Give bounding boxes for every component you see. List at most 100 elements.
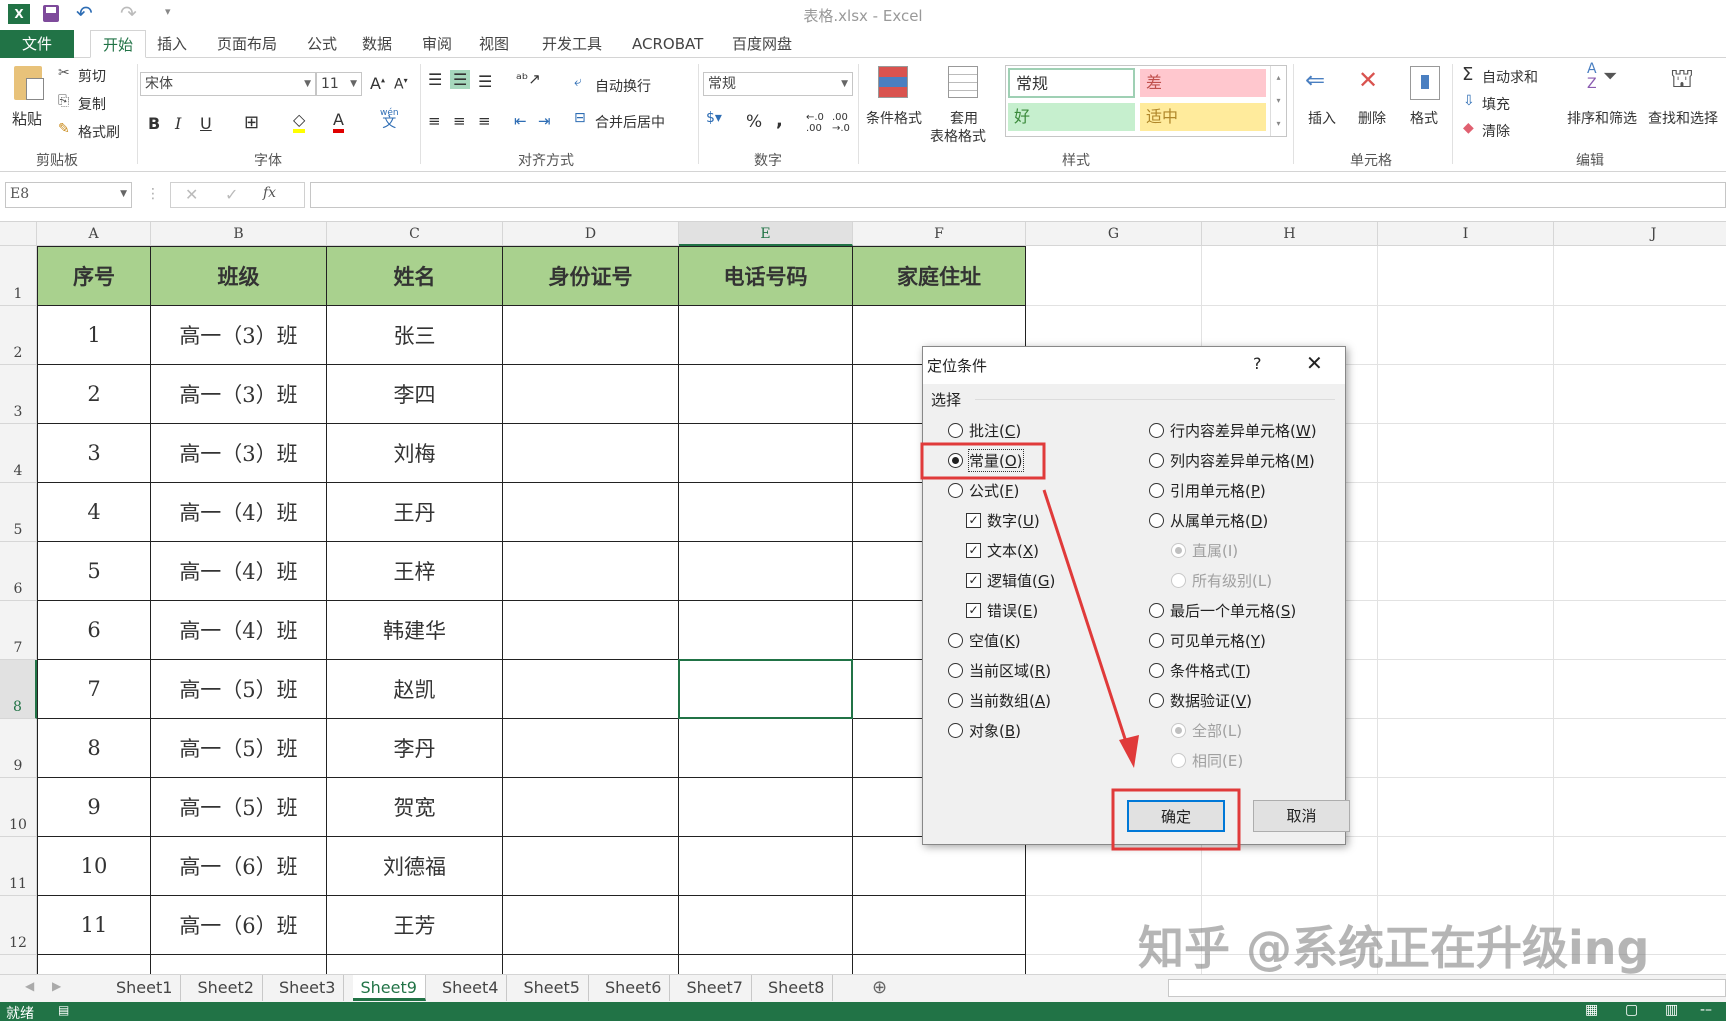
sheet-tab-sheet3[interactable]: Sheet3 <box>271 975 345 1001</box>
table-cell[interactable] <box>37 955 151 974</box>
empty-cell[interactable] <box>1554 365 1726 424</box>
row-header-13[interactable]: 13 <box>0 955 37 974</box>
option-dialog-right-1[interactable]: 列内容差异单元格(M) <box>1149 450 1315 471</box>
clear-icon[interactable]: ◆ <box>1463 120 1474 136</box>
select-all-corner[interactable] <box>0 222 37 246</box>
radio-icon[interactable] <box>1149 663 1164 678</box>
table-cell[interactable] <box>327 955 503 974</box>
radio-icon[interactable] <box>948 483 963 498</box>
zoom-slider[interactable]: -– <box>1700 1002 1712 1018</box>
table-cell[interactable]: 9 <box>37 778 151 837</box>
gallery-scrollbar[interactable]: ▴ ▾ ▾ <box>1270 66 1286 136</box>
table-header-cell[interactable]: 家庭住址 <box>853 246 1026 306</box>
sheet-tab-sheet4[interactable]: Sheet4 <box>434 975 508 1001</box>
table-cell[interactable]: 刘德福 <box>327 837 503 896</box>
radio-icon[interactable] <box>948 453 963 468</box>
delete-cells-icon[interactable]: ✕ <box>1358 66 1378 94</box>
sheet-tab-sheet8[interactable]: Sheet8 <box>760 975 834 1001</box>
option-dialog-left-7[interactable]: 空值(K) <box>948 630 1021 651</box>
row-header-12[interactable]: 12 <box>0 896 37 955</box>
empty-cell[interactable] <box>1554 483 1726 542</box>
checkbox-icon[interactable]: ✓ <box>966 513 981 528</box>
table-cell[interactable]: 王芳 <box>327 896 503 955</box>
sort-filter-icon[interactable]: AZ <box>1587 62 1597 92</box>
option-dialog-left-0[interactable]: 批注(C) <box>948 420 1021 441</box>
fill-icon[interactable]: ⇩ <box>1463 93 1475 109</box>
sheet-tab-sheet7[interactable]: Sheet7 <box>679 975 752 1001</box>
scroll-sheets-right-icon[interactable]: ▶ <box>52 979 61 993</box>
wrap-text-button[interactable]: 自动换行 <box>595 76 651 96</box>
row-header-9[interactable]: 9 <box>0 719 37 778</box>
table-header-cell[interactable]: 电话号码 <box>679 246 853 306</box>
radio-icon[interactable] <box>1149 603 1164 618</box>
tab-10[interactable]: 百度网盘 <box>732 30 792 58</box>
new-sheet-icon[interactable]: ⊕ <box>872 977 887 998</box>
empty-cell[interactable] <box>1026 837 1202 896</box>
table-cell[interactable]: 高一（6）班 <box>151 896 327 955</box>
enter-icon[interactable]: ✓ <box>225 185 238 204</box>
scroll-sheets-left-icon[interactable]: ◀ <box>25 979 34 993</box>
column-header-E[interactable]: E <box>679 222 853 246</box>
insert-cells-icon[interactable]: ⇐ <box>1305 66 1325 94</box>
tab-3[interactable]: 页面布局 <box>217 30 277 58</box>
empty-cell[interactable] <box>1554 837 1726 896</box>
row-header-2[interactable]: 2 <box>0 306 37 365</box>
empty-cell[interactable] <box>1554 660 1726 719</box>
align-center-icon[interactable]: ≡ <box>453 112 466 130</box>
conditional-format-button[interactable]: 条件格式 <box>866 108 922 128</box>
option-dialog-left-6[interactable]: ✓ 错误(E) <box>966 600 1038 621</box>
table-cell[interactable]: 3 <box>37 424 151 483</box>
empty-cell[interactable] <box>1378 246 1554 306</box>
table-cell[interactable] <box>503 424 679 483</box>
comma-button[interactable]: , <box>776 110 783 131</box>
table-cell[interactable]: 高一（5）班 <box>151 660 327 719</box>
table-cell[interactable]: 7 <box>37 660 151 719</box>
tab-5[interactable]: 数据 <box>362 30 392 58</box>
format-painter-icon[interactable]: ✎ <box>58 121 70 137</box>
empty-cell[interactable] <box>1554 542 1726 601</box>
format-as-table-label-1[interactable]: 套用 <box>950 108 978 128</box>
format-as-table-icon[interactable] <box>948 66 978 98</box>
option-dialog-right-8[interactable]: 条件格式(T) <box>1149 660 1251 681</box>
empty-cell[interactable] <box>1378 660 1554 719</box>
table-cell[interactable]: 王梓 <box>327 542 503 601</box>
table-cell[interactable] <box>151 955 327 974</box>
column-header-H[interactable]: H <box>1202 222 1378 246</box>
radio-icon[interactable] <box>1149 483 1164 498</box>
option-dialog-right-0[interactable]: 行内容差异单元格(W) <box>1149 420 1317 441</box>
radio-icon[interactable] <box>1149 453 1164 468</box>
table-cell[interactable] <box>503 542 679 601</box>
table-cell[interactable]: 10 <box>37 837 151 896</box>
empty-cell[interactable] <box>1378 542 1554 601</box>
table-cell[interactable] <box>503 837 679 896</box>
find-select-button[interactable]: 查找和选择 <box>1648 108 1718 128</box>
insert-cells-button[interactable]: 插入 <box>1308 108 1336 128</box>
copy-button[interactable]: 复制 <box>78 94 106 114</box>
empty-cell[interactable] <box>1554 601 1726 660</box>
table-cell[interactable]: 高一（3）班 <box>151 424 327 483</box>
row-header-7[interactable]: 7 <box>0 601 37 660</box>
empty-cell[interactable] <box>1378 778 1554 837</box>
empty-cell[interactable] <box>1202 837 1378 896</box>
accounting-format-icon[interactable]: $▾ <box>706 110 722 126</box>
table-cell[interactable] <box>503 719 679 778</box>
page-layout-view-icon[interactable]: ▢ <box>1625 1002 1638 1018</box>
horizontal-scrollbar[interactable] <box>1168 979 1726 997</box>
row-header-1[interactable]: 1 <box>0 246 37 306</box>
checkbox-icon[interactable]: ✓ <box>966 573 981 588</box>
table-cell[interactable] <box>853 955 1026 974</box>
table-cell[interactable]: 李四 <box>327 365 503 424</box>
copy-icon[interactable]: ⎘ <box>58 93 69 109</box>
table-cell[interactable] <box>679 719 853 778</box>
empty-cell[interactable] <box>1202 246 1378 306</box>
table-cell[interactable]: 11 <box>37 896 151 955</box>
option-dialog-right-9[interactable]: 数据验证(V) <box>1149 690 1252 711</box>
page-break-view-icon[interactable]: ▥ <box>1665 1002 1678 1018</box>
cut-icon[interactable]: ✂ <box>58 65 70 81</box>
row-header-8[interactable]: 8 <box>0 660 37 719</box>
clear-button[interactable]: 清除 <box>1482 121 1510 141</box>
table-cell[interactable]: 6 <box>37 601 151 660</box>
close-icon[interactable]: ✕ <box>1306 351 1323 375</box>
phonetic-icon[interactable]: wén 文 <box>380 108 399 130</box>
cancel-icon[interactable]: ✕ <box>185 185 198 204</box>
